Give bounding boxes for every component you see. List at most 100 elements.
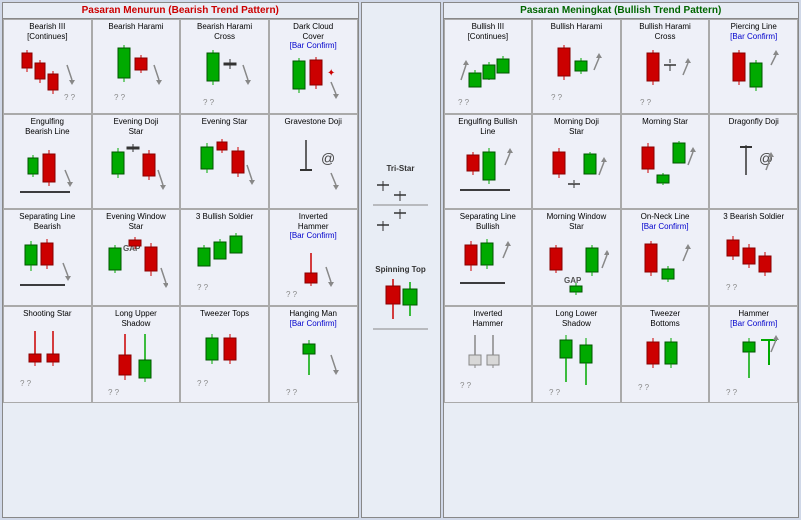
- hammer-svg: ? ?: [721, 330, 786, 400]
- separatingbearish-svg: [15, 233, 80, 303]
- hangingman-svg: ? ?: [281, 330, 346, 400]
- pattern-cell-longlowershadow: Long LowerShadow ? ?: [532, 306, 621, 403]
- tristar-container: Tri-Star: [363, 159, 438, 250]
- svg-text:? ?: ? ?: [640, 98, 652, 107]
- engulfingbullish-svg: [455, 140, 520, 205]
- bullishharami-svg: ? ?: [546, 40, 606, 105]
- pattern-cell-morningdoji: Morning DojiStar: [532, 114, 621, 209]
- candle-area: @: [712, 129, 795, 206]
- pattern-cell-bearish3: Bearish III[Continues]: [3, 19, 92, 114]
- pattern-cell-hangingman: Hanging Man[Bar Confirm] ? ?: [269, 306, 358, 403]
- candle-area: GAP: [95, 233, 178, 303]
- svg-text:? ?: ? ?: [20, 379, 32, 388]
- candle-area: ? ?: [6, 43, 89, 111]
- candle-area: ? ?: [183, 321, 266, 401]
- candle-area: @: [272, 129, 355, 206]
- svg-text:? ?: ? ?: [726, 388, 738, 397]
- pattern-name: 3 Bullish Soldier: [196, 212, 253, 222]
- svg-text:? ?: ? ?: [638, 383, 650, 392]
- bearish3-svg: ? ?: [12, 45, 82, 110]
- eveningstar-svg: [192, 135, 257, 200]
- pattern-cell-separatingbullish: Separating LineBullish: [444, 209, 533, 306]
- pattern-cell-longuppershadow: Long UpperShadow ? ?: [92, 306, 181, 403]
- piercingline-svg: [721, 45, 786, 110]
- candle-area: ? ?: [272, 243, 355, 303]
- main-container: Pasaran Menurun (Bearish Trend Pattern) …: [0, 0, 801, 520]
- pattern-cell-bearishharamicross: Bearish HaramiCross ?: [180, 19, 269, 114]
- candle-area: [447, 233, 530, 303]
- separatingbullish-svg: [455, 233, 520, 303]
- pattern-name: Dragonfly Doji: [729, 117, 779, 127]
- pattern-name: Bearish III[Continues]: [27, 22, 67, 41]
- candle-area: ? ?: [95, 34, 178, 111]
- pattern-name: Piercing Line[Bar Confirm]: [730, 22, 777, 41]
- shootingstar-svg: ? ?: [15, 326, 80, 396]
- candle-area: ? ?: [712, 224, 795, 304]
- pattern-cell-3bullishsoldier: 3 Bullish Soldier: [180, 209, 269, 306]
- longuppershadow-svg: ? ?: [103, 330, 168, 400]
- pattern-name: On-Neck Line[Bar Confirm]: [641, 212, 690, 231]
- svg-text:? ?: ? ?: [197, 283, 209, 292]
- pattern-cell-bullishharami: Bullish Harami ? ?: [532, 19, 621, 114]
- pattern-cell-engulfingbullish: Engulfing BullishLine: [444, 114, 533, 209]
- pattern-cell-shootingstar: Shooting Star ? ?: [3, 306, 92, 403]
- spinningtop-svg: [368, 274, 433, 354]
- svg-text:? ?: ? ?: [203, 98, 215, 107]
- pattern-cell-hammer: Hammer[Bar Confirm] ?: [709, 306, 798, 403]
- bearish-header: Pasaran Menurun (Bearish Trend Pattern): [3, 3, 358, 19]
- candle-area: ? ?: [183, 224, 266, 304]
- candle-area: ? ?: [6, 321, 89, 401]
- middle-section: Tri-Star: [361, 2, 441, 518]
- pattern-name: Evening DojiStar: [113, 117, 158, 136]
- tweezerbottoms-svg: ? ?: [633, 330, 698, 400]
- pattern-cell-morningwindow: Morning WindowStar GAP: [532, 209, 621, 306]
- candle-area: ? ?: [183, 43, 266, 111]
- candle-area: [6, 233, 89, 303]
- pattern-name: Bearish HaramiCross: [197, 22, 252, 41]
- bullish-header: Pasaran Meningkat (Bullish Trend Pattern…: [444, 3, 799, 19]
- pattern-name: Shooting Star: [23, 309, 71, 319]
- onneck-svg: [633, 236, 698, 301]
- morningstar-svg: [633, 135, 698, 200]
- pattern-name: Gravestone Doji: [285, 117, 342, 127]
- 3bullishsoldier-svg: ? ?: [192, 228, 257, 298]
- bearish-grid: Bearish III[Continues]: [3, 19, 358, 403]
- spinningtop-label: Spinning Top: [368, 265, 433, 274]
- engulfingbearish-svg: [15, 140, 80, 205]
- svg-text:? ?: ? ?: [286, 290, 298, 299]
- pattern-name: Bullish Harami: [551, 22, 603, 32]
- svg-text:? ?: ? ?: [197, 379, 209, 388]
- tristar-svg: [368, 173, 433, 243]
- candle-area: [535, 138, 618, 206]
- pattern-name: Evening Star: [202, 117, 248, 127]
- pattern-name: EngulfingBearish Line: [25, 117, 69, 136]
- pattern-name: Hammer[Bar Confirm]: [730, 309, 777, 328]
- pattern-name: TweezerBottoms: [650, 309, 680, 328]
- svg-text:@: @: [321, 150, 335, 166]
- pattern-cell-eveningstar: Evening Star: [180, 114, 269, 209]
- invertedhammerbullish-svg: ? ?: [455, 330, 520, 400]
- pattern-name: Bullish III[Continues]: [468, 22, 508, 41]
- pattern-name: Separating LineBearish: [19, 212, 75, 231]
- candle-area: ? ?: [272, 330, 355, 400]
- bullish-grid: Bullish III[Continues]: [444, 19, 799, 403]
- pattern-cell-bearishharami: Bearish Harami ? ?: [92, 19, 181, 114]
- candle-area: ? ?: [447, 330, 530, 400]
- candle-area: [447, 138, 530, 206]
- svg-text:? ?: ? ?: [108, 388, 120, 397]
- candle-area: [6, 138, 89, 206]
- pattern-cell-invertedhammer: InvertedHammer[Bar Confirm] ? ?: [269, 209, 358, 306]
- svg-text:? ?: ? ?: [549, 388, 561, 397]
- pattern-cell-tweezertops: Tweezer Tops ? ?: [180, 306, 269, 403]
- morningdoji-svg: [544, 140, 609, 205]
- dragonflydoji-svg: @: [721, 135, 786, 200]
- longlowershadow-svg: ? ?: [544, 330, 609, 400]
- candle-area: ? ?: [535, 330, 618, 400]
- pattern-cell-engulfingbearish: EngulfingBearish Line: [3, 114, 92, 209]
- svg-text:? ?: ? ?: [114, 93, 126, 102]
- pattern-cell-bullish3: Bullish III[Continues]: [444, 19, 533, 114]
- pattern-name: Dark CloudCover[Bar Confirm]: [290, 22, 337, 51]
- pattern-name: Long UpperShadow: [115, 309, 157, 328]
- candle-area: ? ?: [95, 330, 178, 400]
- candle-area: [624, 129, 707, 206]
